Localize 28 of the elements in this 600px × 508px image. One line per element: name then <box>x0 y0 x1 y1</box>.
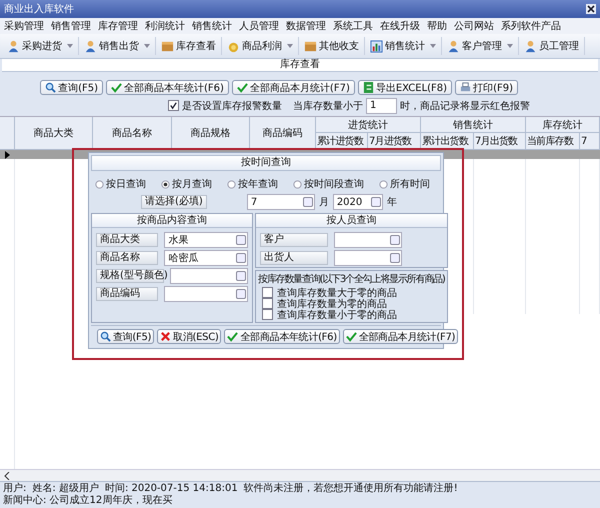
checkbox-label: 查询库存数量小于零的商品 <box>277 308 397 322</box>
column-header: 库存统计 <box>526 117 600 133</box>
status-text: 时间: 2020-07-15 14:18:01 <box>104 483 238 494</box>
threshold-note: 时，商品记录将显示红色报警 <box>400 100 530 112</box>
field-label: 商品名称 <box>96 251 158 265</box>
checkbox-label: 查询库存数量为零的商品 <box>277 298 387 310</box>
section-title: 库存查看 <box>280 59 320 70</box>
column-header: 销售统计 <box>421 117 526 133</box>
dialog-title: 按时间查询 <box>91 155 441 171</box>
group-title: 按人员查询 <box>256 214 447 228</box>
status-text: 姓名: 超级用户 <box>32 483 99 494</box>
checkbox-label: 查询库存数量大于零的商品 <box>277 286 397 298</box>
window-title: 商业出入库软件 <box>4 2 74 16</box>
field-label: 商品编码 <box>96 287 158 301</box>
group-title: 按商品内容查询 <box>92 214 252 228</box>
field-label: 出货人 <box>260 251 328 265</box>
status-text: 用户: <box>3 483 26 494</box>
required-label: 请选择(必填) <box>141 195 207 209</box>
year-unit: 年 <box>386 196 397 209</box>
threshold-label: 当库存数量小于 <box>293 100 363 112</box>
status-text: 新闻中心: 公司成立12周年庆，现在买 <box>3 495 172 507</box>
column-header: 进货统计 <box>316 117 421 133</box>
checkbox-label: 是否设置库存报警数量 <box>182 100 282 112</box>
month-unit: 月 <box>318 196 329 209</box>
group-title: 按库存数量查询(以下3个全勾上将显示所有商品) <box>258 272 445 286</box>
field-label: 商品大类 <box>96 233 158 247</box>
field-label: 客户 <box>260 233 328 247</box>
status-text: 软件尚未注册，若您想开通使用所有功能请注册! <box>244 483 458 495</box>
